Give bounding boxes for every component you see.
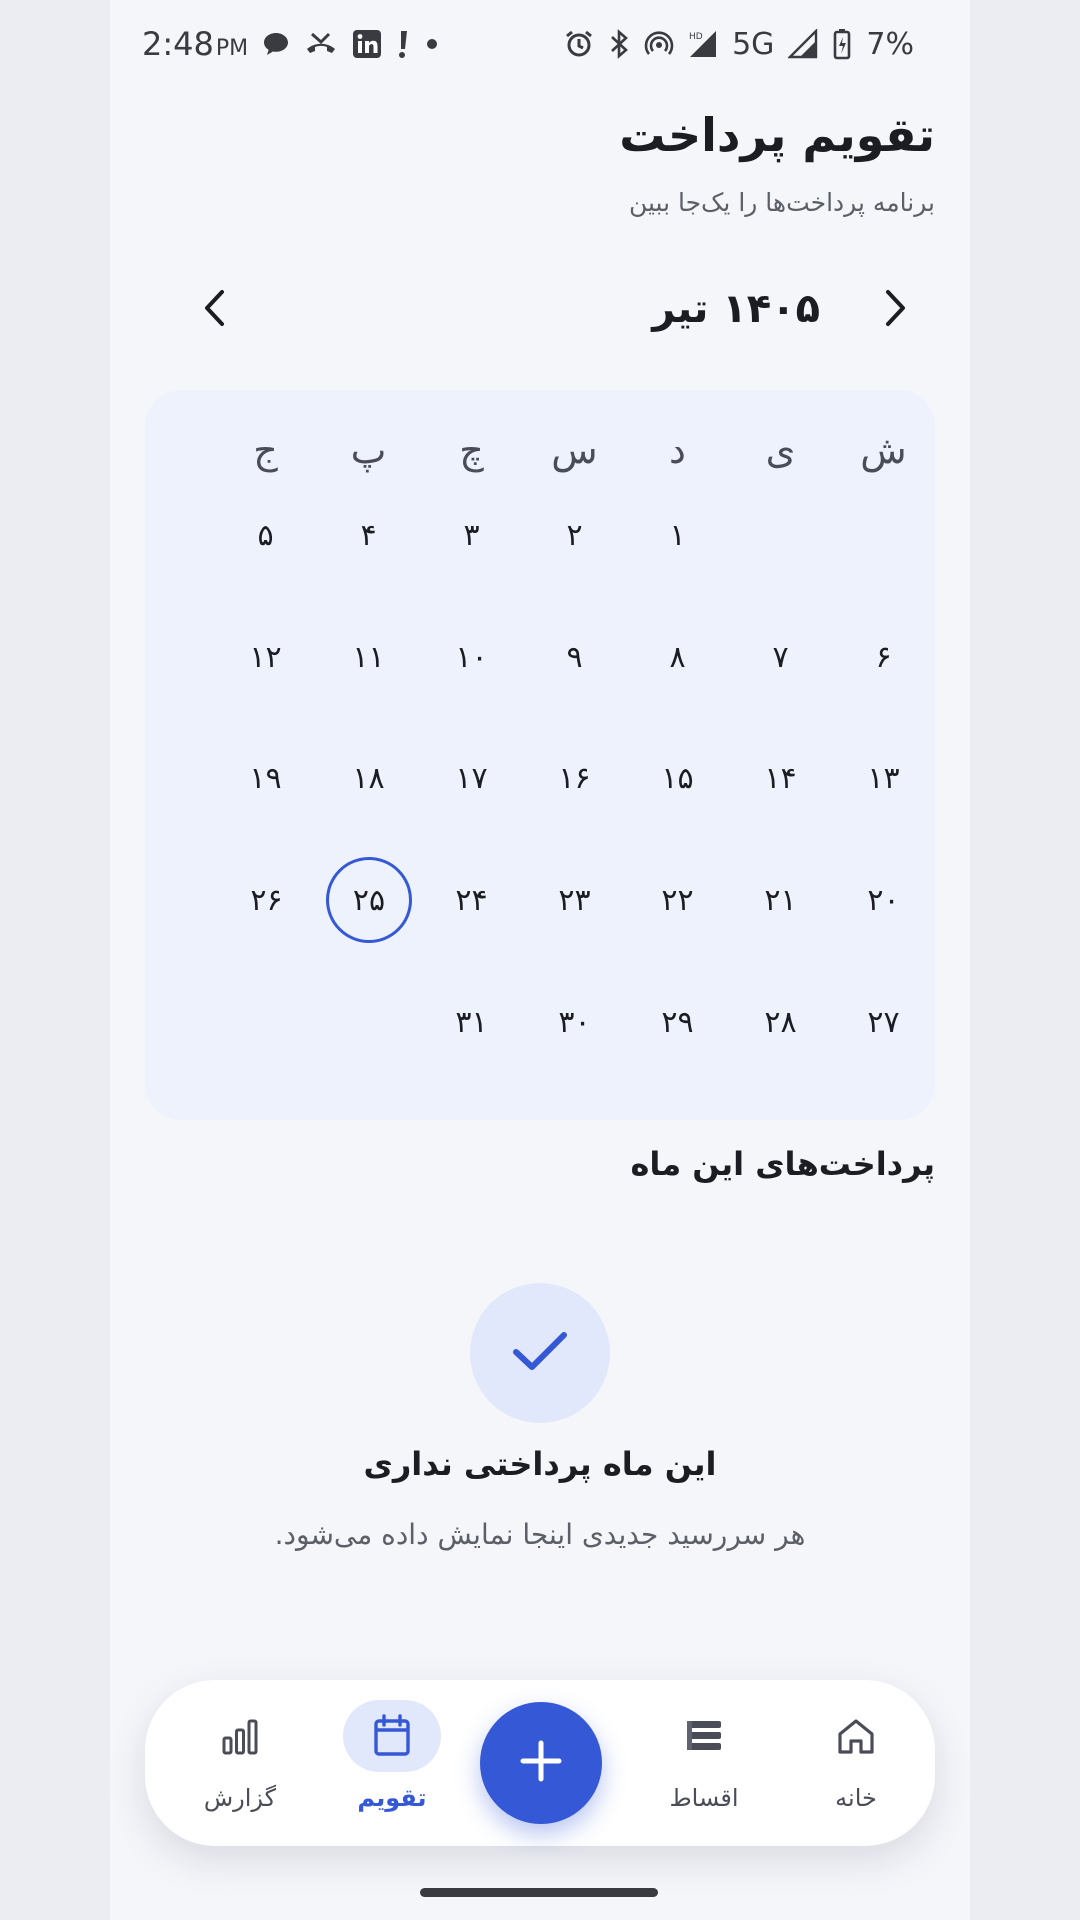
- previous-month-button[interactable]: [185, 280, 245, 340]
- home-icon: [807, 1700, 905, 1772]
- month-navigation: ۱۴۰۵ تیر: [145, 280, 935, 340]
- weekday-label: د: [669, 428, 686, 472]
- calendar-day[interactable]: ۱۷: [420, 733, 523, 823]
- calendar-day[interactable]: ۱۴: [729, 733, 832, 823]
- calendar-day[interactable]: ۸: [626, 612, 729, 702]
- empty-day-cell: [729, 490, 832, 580]
- battery-charging-icon: [832, 28, 852, 60]
- signal-icon: HD: [688, 29, 718, 59]
- weekday-label: ش: [860, 428, 907, 472]
- empty-state-badge: [470, 1283, 610, 1423]
- calendar-day[interactable]: ۲۴: [420, 855, 523, 945]
- exclamation-icon: [396, 29, 410, 59]
- missed-call-icon: [304, 31, 338, 57]
- nav-label: اقساط: [669, 1784, 739, 1812]
- weekday-label: س: [551, 428, 598, 472]
- status-time: 2:48PM: [142, 25, 249, 63]
- plus-icon: [519, 1739, 563, 1787]
- calendar-day[interactable]: ۱۶: [523, 733, 626, 823]
- nav-item-home[interactable]: خانه: [801, 1700, 911, 1830]
- weekday-header: ش ی د س چ پ ج: [145, 420, 935, 480]
- nav-label: گزارش: [203, 1784, 277, 1812]
- calendar-day[interactable]: ۱: [626, 490, 729, 580]
- weekday-label: چ: [459, 428, 484, 472]
- bar-chart-icon: [191, 1700, 289, 1772]
- calendar-day[interactable]: ۴: [317, 490, 420, 580]
- calendar-day[interactable]: ۲۹: [626, 977, 729, 1067]
- gesture-bar[interactable]: [420, 1888, 658, 1897]
- alarm-icon: [564, 29, 594, 59]
- calendar-day[interactable]: ۲۲: [626, 855, 729, 945]
- next-month-button[interactable]: [865, 280, 925, 340]
- nav-label: خانه: [835, 1784, 877, 1812]
- calendar-day[interactable]: ۱۲: [214, 612, 317, 702]
- chevron-right-icon: [882, 288, 908, 332]
- calendar-day[interactable]: ۱۳: [832, 733, 935, 823]
- nav-label: تقویم: [357, 1784, 427, 1812]
- calendar-week: ۶ ۷ ۸ ۹ ۱۰ ۱۱ ۱۲: [145, 612, 935, 702]
- chat-bubble-icon: [262, 31, 290, 57]
- calendar-day[interactable]: ۳۱: [420, 977, 523, 1067]
- network-type: 5G: [732, 26, 775, 62]
- hotspot-icon: [644, 29, 674, 59]
- status-bar-right: HD 5G 7%: [564, 22, 914, 66]
- weekday-label: ی: [765, 428, 796, 472]
- empty-state-description: هر سررسید جدیدی اینجا نمایش داده می‌شود.: [274, 1518, 806, 1551]
- calendar-day[interactable]: ۱۰: [420, 612, 523, 702]
- calendar-day[interactable]: ۳۰: [523, 977, 626, 1067]
- calendar-day[interactable]: ۷: [729, 612, 832, 702]
- calendar-day[interactable]: ۱۹: [214, 733, 317, 823]
- calendar-day[interactable]: ۲۳: [523, 855, 626, 945]
- calendar-day[interactable]: ۳: [420, 490, 523, 580]
- calendar-day[interactable]: ۲۷: [832, 977, 935, 1067]
- calendar-day-today[interactable]: ۲۵: [326, 857, 412, 943]
- list-icon: [655, 1700, 753, 1772]
- nav-item-installments[interactable]: اقساط: [649, 1700, 759, 1830]
- calendar-day[interactable]: ۲۰: [832, 855, 935, 945]
- svg-text:HD: HD: [689, 32, 703, 42]
- bluetooth-icon: [608, 29, 630, 59]
- page-subtitle: برنامه پرداخت‌ها را یک‌جا ببین: [628, 188, 935, 217]
- calendar-week: ۱۳ ۱۴ ۱۵ ۱۶ ۱۷ ۱۸ ۱۹: [145, 733, 935, 823]
- calendar-icon: [343, 1700, 441, 1772]
- app-screen: 2:48PM HD 5G 7% تقویم پرداخت برنامه پردا…: [110, 0, 970, 1920]
- calendar-day[interactable]: ۵: [214, 490, 317, 580]
- bottom-navigation: خانه اقساط تقویم گزارش: [145, 1680, 935, 1846]
- calendar-week: ۲۰ ۲۱ ۲۲ ۲۳ ۲۴ ۲۵ ۲۶: [145, 855, 935, 945]
- section-title: پرداخت‌های این ماه: [630, 1145, 935, 1183]
- calendar-day[interactable]: ۲۱: [729, 855, 832, 945]
- calendar-day[interactable]: ۹: [523, 612, 626, 702]
- calendar-week: ۱ ۲ ۳ ۴ ۵: [145, 490, 935, 580]
- battery-level: 7%: [866, 26, 914, 62]
- chevron-left-icon: [202, 288, 228, 332]
- calendar-day[interactable]: ۲۶: [215, 855, 318, 945]
- empty-day-cell: [214, 977, 317, 1067]
- dot-icon: [424, 36, 440, 52]
- checkmark-icon: [510, 1328, 570, 1378]
- calendar-day[interactable]: ۱۸: [317, 733, 420, 823]
- linkedin-icon: [352, 29, 382, 59]
- empty-day-cell: [317, 977, 420, 1067]
- weekday-label: ج: [253, 428, 278, 472]
- calendar-day[interactable]: ۱۱: [317, 612, 420, 702]
- calendar-grid: ش ی د س چ پ ج ۱ ۲ ۳ ۴ ۵ ۶ ۷ ۸ ۹ ۱۰ ۱۱ ۱۲: [145, 390, 935, 1120]
- page-title: تقویم پرداخت: [619, 108, 935, 162]
- add-payment-button[interactable]: [480, 1702, 602, 1824]
- calendar-day[interactable]: ۲: [523, 490, 626, 580]
- empty-state-title: این ماه پرداختی نداری: [363, 1445, 717, 1483]
- nav-item-calendar[interactable]: تقویم: [337, 1700, 447, 1830]
- calendar-day[interactable]: ۱۵: [626, 733, 729, 823]
- nav-item-report[interactable]: گزارش: [185, 1700, 295, 1830]
- month-label: ۱۴۰۵ تیر: [652, 286, 820, 332]
- calendar-day[interactable]: ۶: [832, 612, 935, 702]
- status-bar-left: 2:48PM: [142, 22, 440, 66]
- weekday-label: پ: [350, 428, 387, 472]
- signal-hd-icon: [788, 29, 818, 59]
- calendar-week: ۲۷ ۲۸ ۲۹ ۳۰ ۳۱: [145, 977, 935, 1067]
- empty-day-cell: [832, 490, 935, 580]
- calendar-day[interactable]: ۲۸: [729, 977, 832, 1067]
